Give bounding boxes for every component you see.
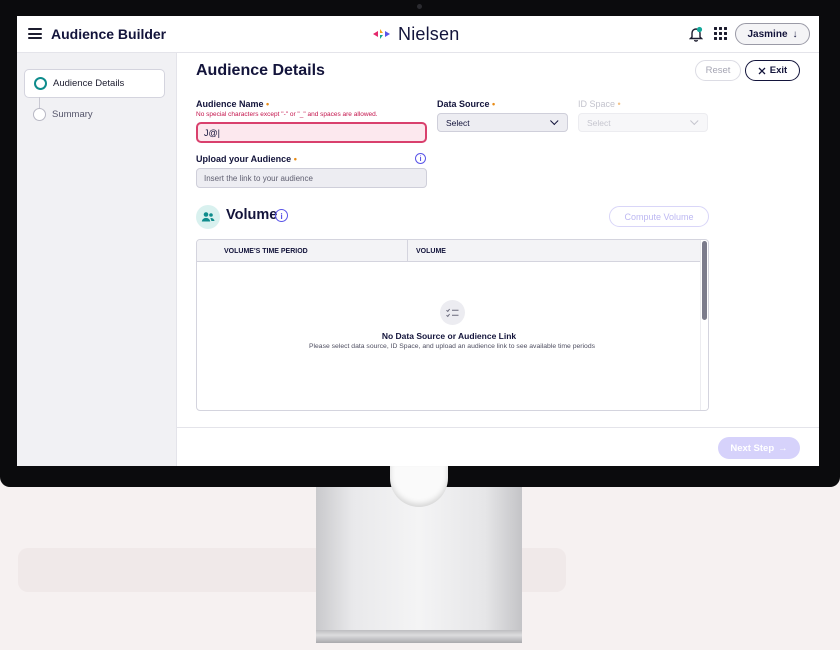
audience-name-input[interactable]: J@|: [196, 122, 427, 143]
page-title: Audience Details: [196, 62, 325, 79]
chevron-down-icon: [690, 116, 699, 125]
volume-info-icon[interactable]: i: [275, 209, 288, 222]
table-scrollbar[interactable]: [700, 240, 708, 410]
apps-grid-icon[interactable]: [714, 27, 727, 40]
scrollbar-thumb[interactable]: [702, 241, 707, 320]
app-title: Audience Builder: [51, 26, 167, 42]
empty-state-subtitle: Please select data source, ID Space, and…: [308, 343, 596, 350]
data-source-value: Select: [446, 117, 470, 128]
step-inactive-icon: [33, 108, 46, 121]
step-label: Summary: [52, 109, 93, 120]
exit-label: Exit: [769, 65, 788, 76]
reset-button[interactable]: Reset: [695, 60, 741, 81]
close-icon: [758, 67, 766, 74]
required-mark: •: [293, 154, 297, 164]
required-mark: •: [492, 99, 496, 109]
required-mark: •: [266, 99, 270, 109]
compute-volume-button[interactable]: Compute Volume: [609, 206, 709, 227]
id-space-select[interactable]: Select: [578, 113, 708, 132]
nielsen-logo-icon: [373, 29, 390, 39]
user-menu-button[interactable]: Jasmine ↓: [735, 23, 810, 45]
chevron-down-icon: ↓: [792, 28, 798, 40]
table-header: VOLUME'S TIME PERIOD VOLUME: [197, 240, 701, 262]
id-space-label: ID Space •: [578, 99, 621, 109]
monitor-stand: [316, 487, 522, 643]
data-source-select[interactable]: Select: [437, 113, 568, 132]
camera-dot: [417, 4, 422, 9]
audience-link-input[interactable]: Insert the link to your audience: [196, 168, 427, 188]
column-divider: [407, 240, 408, 262]
next-step-label: Next Step: [730, 442, 775, 454]
step-audience-details[interactable]: Audience Details: [24, 69, 165, 98]
empty-state-title: No Data Source or Audience Link: [381, 331, 517, 341]
audience-name-label: Audience Name •: [196, 99, 270, 109]
exit-button[interactable]: Exit: [745, 60, 800, 81]
notification-bell-icon[interactable]: [689, 26, 703, 42]
step-active-icon: [34, 77, 47, 90]
id-space-value: Select: [587, 117, 611, 128]
brand-logo: Nielsen: [373, 24, 459, 44]
stepper-sidebar: Audience Details Summary: [17, 53, 177, 466]
arrow-right-icon: →: [778, 442, 788, 454]
column-header-time-period: VOLUME'S TIME PERIOD: [224, 247, 308, 255]
volume-title: Volume: [226, 207, 278, 223]
data-source-label: Data Source •: [437, 99, 496, 109]
checklist-icon: [440, 300, 465, 325]
top-bar: Audience Builder Nielsen Jasmine ↓: [17, 16, 819, 53]
next-step-button[interactable]: Next Step →: [718, 437, 800, 459]
step-label: Audience Details: [53, 78, 125, 89]
monitor-stand-base: [316, 630, 522, 643]
brand-name: Nielsen: [398, 23, 460, 44]
column-header-volume: VOLUME: [416, 247, 446, 255]
menu-icon[interactable]: [28, 28, 42, 39]
audience-group-icon: [196, 205, 220, 229]
upload-audience-label: Upload your Audience •: [196, 154, 297, 164]
app-screen: Audience Builder Nielsen Jasmine ↓ Audie…: [17, 16, 819, 466]
audience-name-error: No special characters except "-" or "_" …: [196, 111, 378, 118]
user-name: Jasmine: [747, 28, 788, 40]
required-mark: •: [617, 99, 621, 109]
chevron-down-icon: [550, 116, 559, 125]
step-summary[interactable]: Summary: [24, 100, 165, 129]
info-icon[interactable]: i: [415, 153, 426, 164]
volume-table: VOLUME'S TIME PERIOD VOLUME No Data Sour…: [196, 239, 709, 411]
